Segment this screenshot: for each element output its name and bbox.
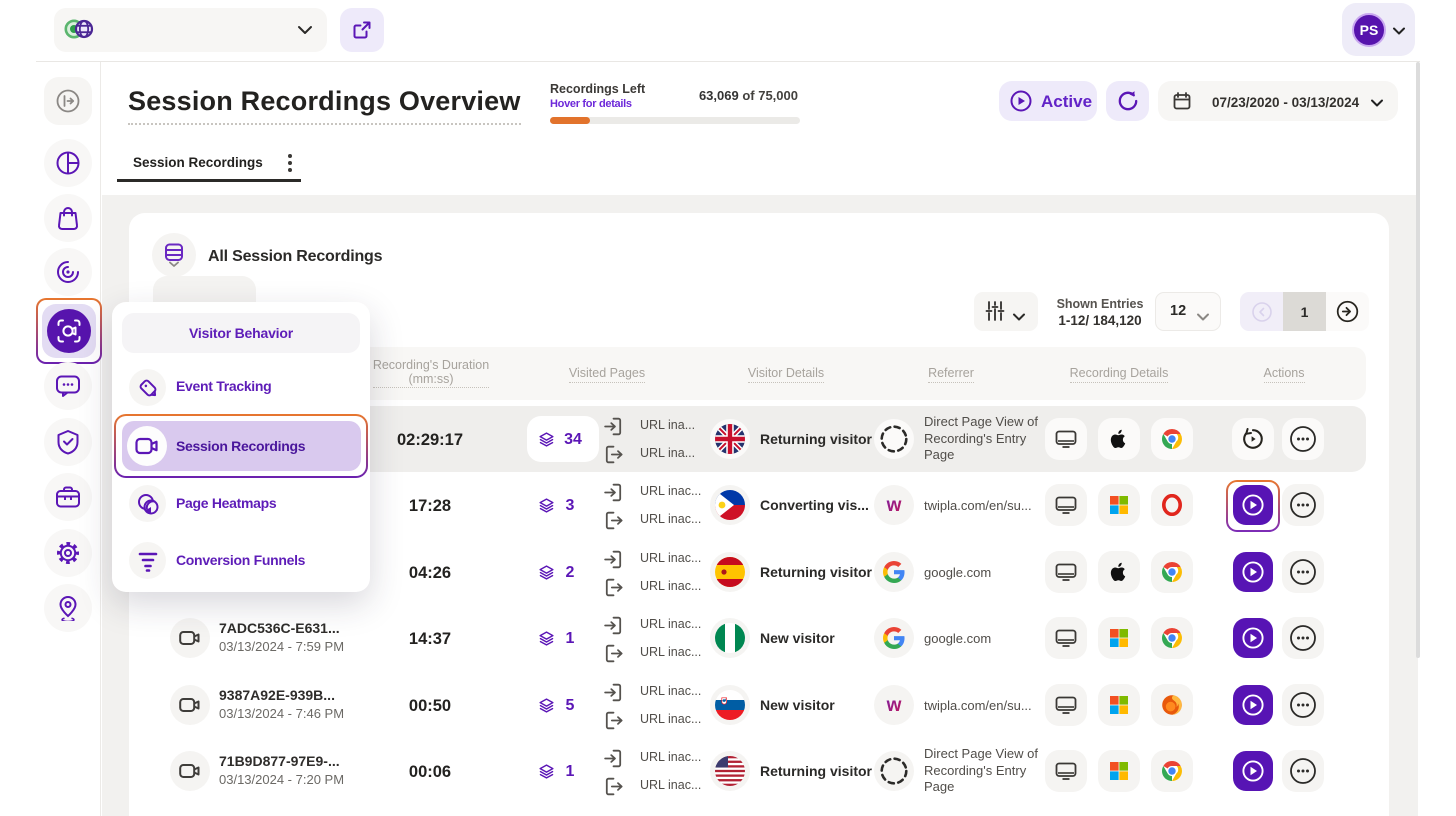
svg-text:w: w [886, 695, 902, 716]
svg-text:w: w [886, 495, 902, 516]
